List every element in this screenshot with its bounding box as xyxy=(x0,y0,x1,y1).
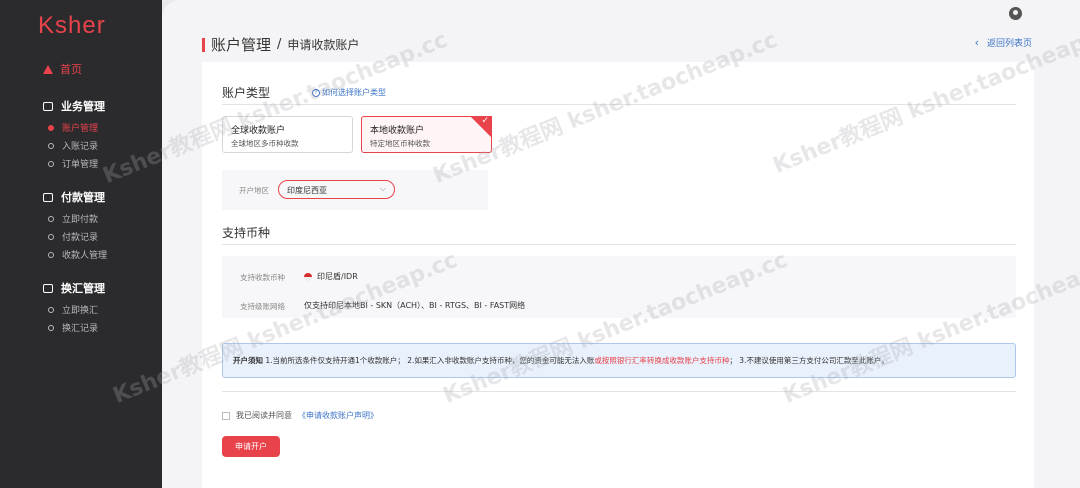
sidebar-item-label: 立即付款 xyxy=(62,215,99,225)
sidebar-group-business[interactable]: 业务管理 xyxy=(43,98,105,114)
bullet-icon xyxy=(48,124,54,131)
topbar xyxy=(162,0,1080,30)
sidebar-item-home[interactable]: 首页 xyxy=(43,61,82,77)
sidebar-item-account-management[interactable]: 账户管理 xyxy=(48,121,98,134)
help-link[interactable]: ? 如何选择账户类型 xyxy=(312,87,386,98)
section-divider xyxy=(222,391,1016,392)
sidebar-group-payment[interactable]: 付款管理 xyxy=(43,189,105,205)
agreement-text: 我已阅读并同意 xyxy=(236,411,292,420)
form-card: 账户类型 ? 如何选择账户类型 全球收款账户 全球地区多币种收款 本地收款账户 … xyxy=(202,62,1034,488)
sidebar-item-exchange-now[interactable]: 立即换汇 xyxy=(48,303,98,316)
sidebar-item-label: 立即换汇 xyxy=(62,306,99,316)
page-title-sub: 申请收款账户 xyxy=(287,38,360,52)
ksher-logo: Ksher xyxy=(38,12,106,39)
sidebar-item-label: 首页 xyxy=(60,63,82,76)
option-global-account[interactable]: 全球收款账户 全球地区多币种收款 xyxy=(222,116,353,153)
region-select[interactable]: 印度尼西亚 ⌵ xyxy=(278,180,395,199)
agreement-link[interactable]: 《申请收款账户声明》 xyxy=(298,410,378,421)
sidebar-item-deposit-records[interactable]: 入账记录 xyxy=(48,139,98,152)
page-title-main: 账户管理 xyxy=(211,36,272,54)
bullet-icon xyxy=(48,160,54,167)
agreement-row: 我已阅读并同意 《申请收款账户声明》 xyxy=(222,410,378,421)
home-icon xyxy=(43,64,53,74)
check-icon: ✓ xyxy=(481,116,489,126)
page-title: 账户管理 / 申请收款账户 xyxy=(202,34,359,55)
agree-checkbox[interactable] xyxy=(222,411,230,420)
notice-text-1: 1.当前所选条件仅支持开通1个收款账户； 2.如果汇入非收款账户支持币种，您的资… xyxy=(263,356,595,365)
sidebar-item-label: 换汇记录 xyxy=(62,324,99,334)
option-desc: 全球地区多币种收款 xyxy=(231,139,299,148)
back-to-list-link[interactable]: ‹ 返回列表页 xyxy=(975,36,1032,49)
help-link-label: 如何选择账户类型 xyxy=(322,88,386,97)
region-label: 开户地区 xyxy=(239,186,269,195)
indonesia-flag-icon xyxy=(304,272,312,281)
main-content: 账户管理 / 申请收款账户 ‹ 返回列表页 账户类型 ? 如何选择账户类型 全球… xyxy=(162,0,1080,488)
bullet-icon xyxy=(48,251,54,258)
currency-info-box: 支持收款币种 印尼盾/IDR 支持级账网络 仅支持印尼本地BI - SKN（AC… xyxy=(222,256,1016,318)
currency-value: 印尼盾/IDR xyxy=(304,271,358,282)
chevron-left-icon: ‹ xyxy=(974,36,979,49)
chevron-down-icon: ⌵ xyxy=(379,184,386,193)
wallet-icon xyxy=(43,192,53,202)
region-row: 开户地区 印度尼西亚 ⌵ xyxy=(222,170,488,210)
currency-value-text: 印尼盾/IDR xyxy=(317,272,358,281)
exchange-icon xyxy=(43,283,53,293)
option-local-account[interactable]: 本地收款账户 特定地区币种收款 ✓ xyxy=(361,116,492,153)
section-title-account-type: 账户类型 xyxy=(222,86,271,100)
section-divider xyxy=(222,244,1016,245)
sidebar-item-payee-management[interactable]: 收款人管理 xyxy=(48,248,107,261)
sidebar-item-payment-records[interactable]: 付款记录 xyxy=(48,230,98,243)
grid-icon xyxy=(43,101,53,111)
bullet-icon xyxy=(48,324,54,331)
section-title-currency: 支持币种 xyxy=(222,226,271,240)
sidebar-item-label: 订单管理 xyxy=(62,160,99,170)
user-avatar-icon[interactable] xyxy=(1009,7,1022,20)
title-accent-bar xyxy=(202,37,205,52)
network-value: 仅支持印尼本地BI - SKN（ACH）、BI - RTGS、BI - FAST… xyxy=(304,301,526,310)
sidebar-group-label: 换汇管理 xyxy=(61,282,105,295)
option-desc: 特定地区币种收款 xyxy=(370,139,430,148)
sidebar-item-label: 付款记录 xyxy=(62,233,99,243)
currency-label: 支持收款币种 xyxy=(240,273,285,282)
sidebar-item-label: 账户管理 xyxy=(62,124,99,134)
help-icon: ? xyxy=(312,88,320,97)
network-label: 支持级账网络 xyxy=(240,302,285,311)
option-title: 本地收款账户 xyxy=(370,126,425,136)
apply-button[interactable]: 申请开户 xyxy=(222,436,280,457)
sidebar: Ksher 首页 业务管理 账户管理 入账记录 订单管理 付款管理 立即付款 付… xyxy=(0,0,162,488)
bullet-icon xyxy=(48,215,54,222)
notice-title: 开户须知 xyxy=(233,356,263,365)
sidebar-group-label: 业务管理 xyxy=(61,100,105,113)
region-value: 印度尼西亚 xyxy=(287,186,327,195)
back-link-label: 返回列表页 xyxy=(986,39,1032,49)
sidebar-item-exchange-records[interactable]: 换汇记录 xyxy=(48,321,98,334)
notice-text-2: ； 3.不建议使用第三方支付公司汇款至此账户。 xyxy=(729,356,889,365)
breadcrumb-separator: / xyxy=(277,37,282,52)
bullet-icon xyxy=(48,233,54,240)
sidebar-group-label: 付款管理 xyxy=(61,191,105,204)
bullet-icon xyxy=(48,142,54,149)
sidebar-item-order-management[interactable]: 订单管理 xyxy=(48,157,98,170)
option-title: 全球收款账户 xyxy=(231,126,286,136)
bullet-icon xyxy=(48,306,54,313)
notice-box: 开户须知 1.当前所选条件仅支持开通1个收款账户； 2.如果汇入非收款账户支持币… xyxy=(222,343,1016,378)
sidebar-group-exchange[interactable]: 换汇管理 xyxy=(43,280,105,296)
section-divider xyxy=(222,104,1016,105)
notice-highlight: 或按照银行汇率转换成收款账户支持币种 xyxy=(594,356,730,365)
sidebar-item-pay-now[interactable]: 立即付款 xyxy=(48,212,98,225)
sidebar-item-label: 收款人管理 xyxy=(62,251,108,261)
sidebar-item-label: 入账记录 xyxy=(62,142,99,152)
